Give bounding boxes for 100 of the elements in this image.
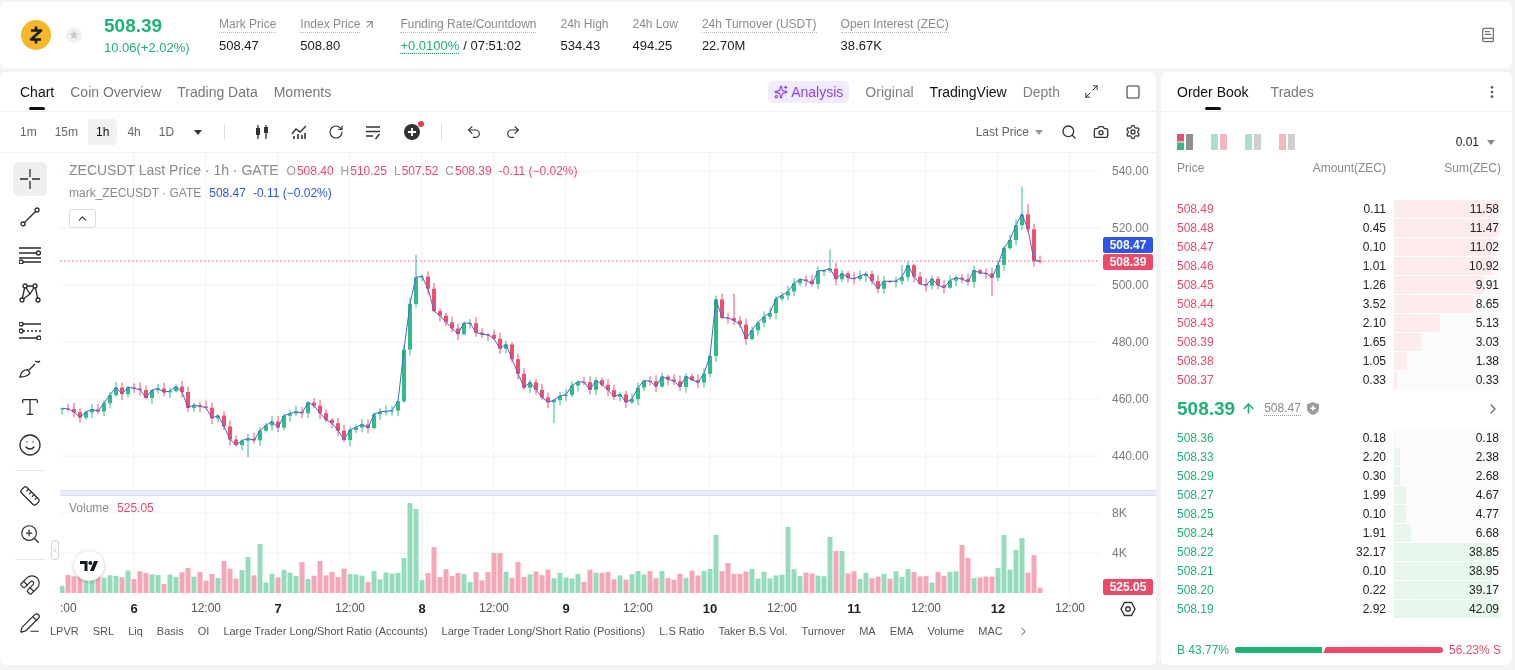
order-amount: 0.45 <box>1361 220 1386 235</box>
caret-down-icon[interactable] <box>194 129 203 135</box>
ask-price[interactable]: 508.48 <box>1177 220 1268 235</box>
ask-price[interactable]: 508.43 <box>1177 315 1268 330</box>
ask-price[interactable]: 508.49 <box>1177 201 1268 216</box>
order-amount: 32.17 <box>1354 544 1386 559</box>
candlestick-icon[interactable] <box>254 124 271 140</box>
ask-price[interactable]: 508.37 <box>1177 372 1268 387</box>
precision-select[interactable]: 0.01 <box>1455 135 1495 149</box>
volume-axis-label: 4K <box>1112 546 1127 560</box>
interval-tab[interactable]: 1h <box>88 119 118 145</box>
indicator-chart-icon[interactable] <box>291 124 308 140</box>
pencil-icon <box>19 612 41 634</box>
ask-price[interactable]: 508.47 <box>1177 239 1268 254</box>
collapse-handle[interactable] <box>51 540 59 560</box>
indicator-tab[interactable]: Turnover <box>801 625 846 637</box>
ask-price[interactable]: 508.45 <box>1177 277 1268 292</box>
indicator-tab[interactable]: MA <box>859 625 876 637</box>
stat-label: 24h High <box>560 16 609 33</box>
indicator-tab[interactable]: SRL <box>92 625 115 637</box>
add-icon[interactable] <box>404 124 421 140</box>
order-sum: 39.17 <box>1468 582 1499 597</box>
indicator-tab[interactable]: Taker B.S Vol. <box>718 625 788 637</box>
price-axis-label: 540.00 <box>1112 164 1149 178</box>
ohlc-value: 508.40 <box>296 164 334 178</box>
redo-icon[interactable] <box>505 124 522 140</box>
book-icon[interactable] <box>1480 27 1496 43</box>
time-axis-label: 12:00 <box>335 601 365 616</box>
mark-price[interactable]: 508.47 <box>1264 401 1301 416</box>
axis-settings-icon[interactable] <box>1120 600 1136 617</box>
bid-price[interactable]: 508.33 <box>1177 449 1268 464</box>
bid-price[interactable]: 508.24 <box>1177 525 1268 540</box>
interval-tab[interactable]: 4h <box>119 119 149 145</box>
funding-rate[interactable]: +0.0100% <box>400 37 460 54</box>
indicator-tab[interactable]: EMA <box>889 625 914 637</box>
price-source-select[interactable]: Last Price <box>975 125 1043 139</box>
bid-price[interactable]: 508.19 <box>1177 601 1268 616</box>
time-axis-label: 12:00 <box>1055 601 1085 616</box>
chart-tab[interactable]: Chart <box>20 72 55 111</box>
order-amount: 1.65 <box>1361 334 1386 349</box>
indicator-tab[interactable]: Liq <box>128 625 143 637</box>
order-amount: 2.10 <box>1361 315 1386 330</box>
refresh-icon[interactable] <box>328 124 345 140</box>
expand-icon[interactable] <box>1084 84 1099 99</box>
square-icon[interactable] <box>1125 83 1141 100</box>
undo-icon[interactable] <box>466 124 483 140</box>
order-sum: 10.92 <box>1468 258 1499 273</box>
order-sum: 11.02 <box>1469 239 1499 254</box>
chart-tab[interactable]: Moments <box>273 72 332 111</box>
stat-value: 508.47 <box>219 37 260 54</box>
chart-view-tab[interactable]: TradingView <box>929 83 1007 100</box>
indicator-tab[interactable]: L.S Ratio <box>659 625 705 637</box>
legend-collapse-button[interactable] <box>69 209 96 228</box>
bid-price[interactable]: 508.22 <box>1177 544 1268 559</box>
order-amount: 1.91 <box>1361 525 1386 540</box>
bid-price[interactable]: 508.20 <box>1177 582 1268 597</box>
stat-value: 38.67K <box>840 37 883 54</box>
order-sum: 0.18 <box>1475 430 1499 445</box>
book-layout-icon[interactable] <box>1177 134 1193 150</box>
indicator-tab[interactable]: OI <box>197 625 210 637</box>
shield-icon[interactable] <box>1306 402 1319 415</box>
indicator-tab[interactable]: Basis <box>156 625 184 637</box>
settings-icon[interactable] <box>1125 124 1141 140</box>
chart-tab[interactable]: Trading Data <box>177 72 258 111</box>
price-change-value: -0.11 (−0.02%) <box>498 164 578 178</box>
order-book-tab[interactable]: Trades <box>1270 72 1314 111</box>
volume-axis-label: 8K <box>1112 506 1127 520</box>
indicator-tab[interactable]: MAC <box>978 625 1003 637</box>
indicator-tab[interactable]: Large Trader Long/Short Ratio (Accounts) <box>223 625 428 637</box>
order-sum: 42.09 <box>1468 601 1499 616</box>
search-icon[interactable] <box>1061 124 1077 140</box>
indicator-tab[interactable]: Large Trader Long/Short Ratio (Positions) <box>441 625 646 637</box>
ask-price[interactable]: 508.39 <box>1177 334 1268 349</box>
indicator-tab[interactable]: LPVR <box>50 625 79 637</box>
camera-icon[interactable] <box>1093 124 1109 140</box>
interval-tab[interactable]: 1D <box>150 119 183 145</box>
interval-tab[interactable]: 15m <box>46 119 86 145</box>
bid-price[interactable]: 508.25 <box>1177 506 1268 521</box>
bid-price[interactable]: 508.21 <box>1177 563 1268 578</box>
mid-price: 508.39 <box>1177 397 1236 420</box>
chart-view-tab[interactable]: Depth <box>1022 83 1060 100</box>
chart-tab[interactable]: Coin Overview <box>70 72 162 111</box>
chart-view-tab[interactable]: Original <box>865 83 914 100</box>
drawing-tool-button[interactable] <box>13 162 47 196</box>
analysis-button[interactable]: Analysis <box>768 80 850 103</box>
order-sum: 3.03 <box>1475 334 1499 349</box>
bid-price[interactable]: 508.29 <box>1177 468 1268 483</box>
bid-price[interactable]: 508.27 <box>1177 487 1268 502</box>
order-amount: 0.33 <box>1361 372 1386 387</box>
ask-price[interactable]: 508.44 <box>1177 296 1268 311</box>
logo-icon[interactable] <box>74 551 104 581</box>
column-header: Sum(ZEC) <box>1443 161 1501 175</box>
bid-price[interactable]: 508.36 <box>1177 430 1268 445</box>
time-axis-label: 6 <box>130 601 138 616</box>
ask-price[interactable]: 508.46 <box>1177 258 1268 273</box>
interval-tab[interactable]: 1m <box>12 119 45 145</box>
list-edit-icon[interactable] <box>365 124 382 140</box>
order-book-tab[interactable]: Order Book <box>1177 72 1249 111</box>
ask-price[interactable]: 508.38 <box>1177 353 1268 368</box>
indicator-tab[interactable]: Volume <box>927 625 965 637</box>
